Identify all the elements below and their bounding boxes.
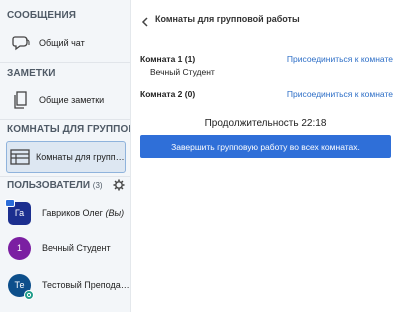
chat-icon <box>9 31 33 55</box>
breakout-section-title: КОМНАТЫ ДЛЯ ГРУППОВОЙ <box>7 124 130 135</box>
user-name-text: Гавриков Олег <box>42 208 103 218</box>
panel-title: Комнаты для групповой работы <box>155 14 300 24</box>
join-room-link[interactable]: Присоединиться к комнате <box>287 89 393 99</box>
users-count: (3) <box>92 181 103 190</box>
divider <box>0 176 130 177</box>
user-item[interactable]: 1 Вечный Студент <box>8 233 130 263</box>
sidebar: СООБЩЕНИЯ Общий чат ЗАМЕТКИ Общие заметк… <box>0 0 131 312</box>
room-row: Комната 2 (0) Присоединиться к комнате <box>140 89 393 101</box>
sidebar-item-label: Общий чат <box>39 38 85 48</box>
room-row: Комната 1 (1) Присоединиться к комнате <box>140 54 393 66</box>
divider <box>0 119 130 120</box>
duration-label: Продолжительность 22:18 <box>204 118 327 129</box>
rooms-icon <box>10 145 30 169</box>
breakout-panel: Комнаты для групповой работы Комната 1 (… <box>131 0 400 312</box>
user-item[interactable]: Га Гавриков Олег (Вы) <box>5 198 130 228</box>
gear-icon[interactable] <box>113 178 125 191</box>
sidebar-item-label: Комнаты для групповой работы <box>36 152 125 162</box>
avatar-initials: Га <box>14 208 25 218</box>
notes-icon <box>9 88 33 112</box>
join-room-link[interactable]: Присоединиться к комнате <box>287 54 393 64</box>
room-name: Комната 2 (0) <box>140 89 196 99</box>
user-name: Вечный Студент <box>42 243 111 253</box>
room-name: Комната 1 (1) <box>140 54 196 64</box>
avatar: 1 <box>8 236 31 260</box>
notes-section-title: ЗАМЕТКИ <box>7 68 56 79</box>
avatar: Те <box>8 273 34 300</box>
room-member: Вечный Студент <box>150 67 215 77</box>
user-item[interactable]: Те Тестовый Преподаватель <box>8 270 130 300</box>
presenter-icon <box>5 198 15 207</box>
avatar-initials: Те <box>14 280 25 290</box>
end-breakout-button[interactable]: Завершить групповую работу во всех комна… <box>140 135 391 158</box>
you-label: (Вы) <box>105 208 125 218</box>
divider <box>0 62 130 63</box>
sidebar-item-public-chat[interactable]: Общий чат <box>6 27 126 59</box>
users-section-title: ПОЛЬЗОВАТЕЛИ (3) <box>7 180 103 191</box>
user-name: Гавриков Олег (Вы) <box>42 208 124 218</box>
sidebar-item-breakout-rooms[interactable]: Комнаты для групповой работы <box>6 141 126 173</box>
avatar-initials: 1 <box>16 243 22 253</box>
sidebar-item-shared-notes[interactable]: Общие заметки <box>6 84 126 116</box>
avatar: Га <box>5 198 31 225</box>
users-title-text: ПОЛЬЗОВАТЕЛИ <box>7 180 91 191</box>
chevron-left-icon <box>141 14 149 27</box>
back-button[interactable]: Комнаты для групповой работы <box>141 14 300 27</box>
moderator-icon <box>24 289 34 300</box>
sidebar-item-label: Общие заметки <box>39 95 105 105</box>
messages-section-title: СООБЩЕНИЯ <box>7 10 77 21</box>
user-name: Тестовый Преподаватель <box>42 280 130 290</box>
